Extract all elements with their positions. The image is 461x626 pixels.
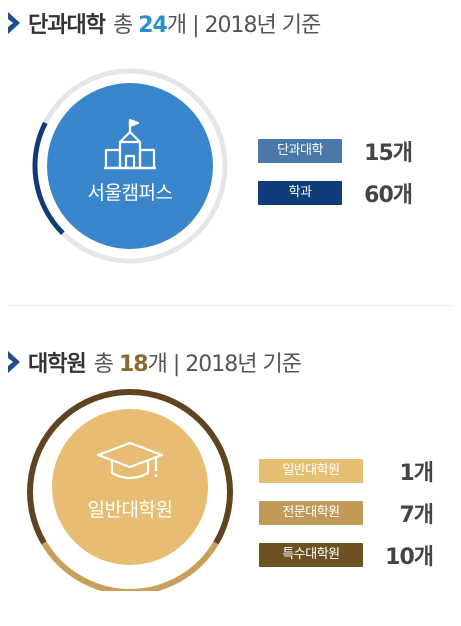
graduate-ring: 일반대학원 [26, 383, 234, 595]
legend-count-professional-graduate: 7개 [399, 503, 434, 528]
building-icon [104, 118, 156, 170]
graduate-total: 총 18개 | 2018년 기준 [93, 352, 302, 377]
legend-count-colleges: 15개 [364, 141, 413, 166]
chevron-right-icon [8, 12, 20, 34]
colleges-total: 총 24개 | 2018년 기준 [112, 13, 321, 38]
legend-count-departments: 60개 [364, 183, 413, 208]
colleges-section: 단과대학 총 24개 | 2018년 기준 서울캠퍼스 단과대학 15개 학과 … [0, 0, 461, 300]
campus-label: 서울캠퍼스 [87, 182, 173, 204]
legend-row-professional-graduate: 전문대학원 7개 [259, 497, 434, 529]
legend-row-departments: 학과 60개 [258, 177, 413, 209]
legend-badge-colleges: 단과대학 [258, 139, 342, 163]
graduate-ring-graphic [27, 389, 233, 595]
legend-count-general-graduate: 1개 [399, 461, 434, 486]
legend-count-special-graduate: 10개 [385, 545, 434, 570]
graduate-title: 대학원 [28, 352, 87, 377]
campus-ring: 서울캠퍼스 [30, 66, 230, 266]
colleges-heading: 단과대학 총 24개 | 2018년 기준 [8, 8, 321, 38]
graduate-heading: 대학원 총 18개 | 2018년 기준 [8, 347, 302, 377]
colleges-title: 단과대학 [28, 13, 106, 38]
legend-row-general-graduate: 일반대학원 1개 [259, 455, 434, 487]
legend-badge-professional-graduate: 전문대학원 [259, 501, 363, 525]
graduate-section: 대학원 총 18개 | 2018년 기준 일반대학원 일반대학원 1개 전문대학… [0, 345, 461, 626]
colleges-total-value: 24 [138, 13, 168, 38]
graduate-total-value: 18 [118, 352, 149, 377]
section-divider [8, 305, 453, 306]
graduate-center-label: 일반대학원 [87, 499, 173, 521]
legend-badge-departments: 학과 [258, 181, 342, 205]
legend-row-colleges: 단과대학 15개 [258, 135, 413, 167]
legend-badge-special-graduate: 특수대학원 [259, 543, 363, 567]
graduation-cap-icon [96, 441, 164, 480]
chevron-right-icon [8, 351, 20, 373]
legend-badge-general-graduate: 일반대학원 [259, 459, 363, 483]
legend-row-special-graduate: 특수대학원 10개 [259, 539, 434, 571]
